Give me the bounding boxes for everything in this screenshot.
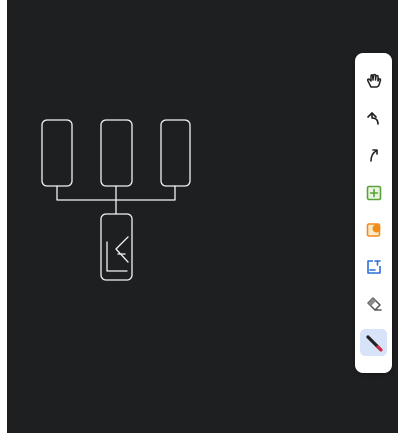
pan-hand-icon <box>366 73 381 88</box>
redo-button[interactable] <box>360 141 387 168</box>
app-frame <box>0 0 404 441</box>
add-frame-icon <box>366 185 381 200</box>
handwritten-la <box>106 236 129 272</box>
top-middle-box <box>100 119 133 187</box>
top-right-box <box>160 119 191 187</box>
bottom-box <box>100 213 133 281</box>
sticky-note-icon <box>366 222 380 237</box>
eraser-icon <box>366 296 382 311</box>
undo-button[interactable] <box>360 104 387 131</box>
text-box-button[interactable] <box>360 253 387 280</box>
text-box-icon <box>366 259 381 274</box>
drawing-canvas[interactable] <box>7 0 398 433</box>
pan-tool-button[interactable] <box>360 67 387 94</box>
org-chart-sketch <box>41 119 191 281</box>
connector-lines <box>56 185 176 215</box>
eraser-button[interactable] <box>360 290 387 317</box>
add-frame-button[interactable] <box>360 179 387 206</box>
undo-icon <box>366 111 379 125</box>
drawing-toolbar <box>355 53 392 373</box>
top-left-box <box>41 119 73 187</box>
redo-icon <box>369 148 378 162</box>
pen-icon <box>365 334 383 352</box>
pen-tool-button[interactable] <box>360 329 387 356</box>
sticky-note-button[interactable] <box>360 216 387 243</box>
